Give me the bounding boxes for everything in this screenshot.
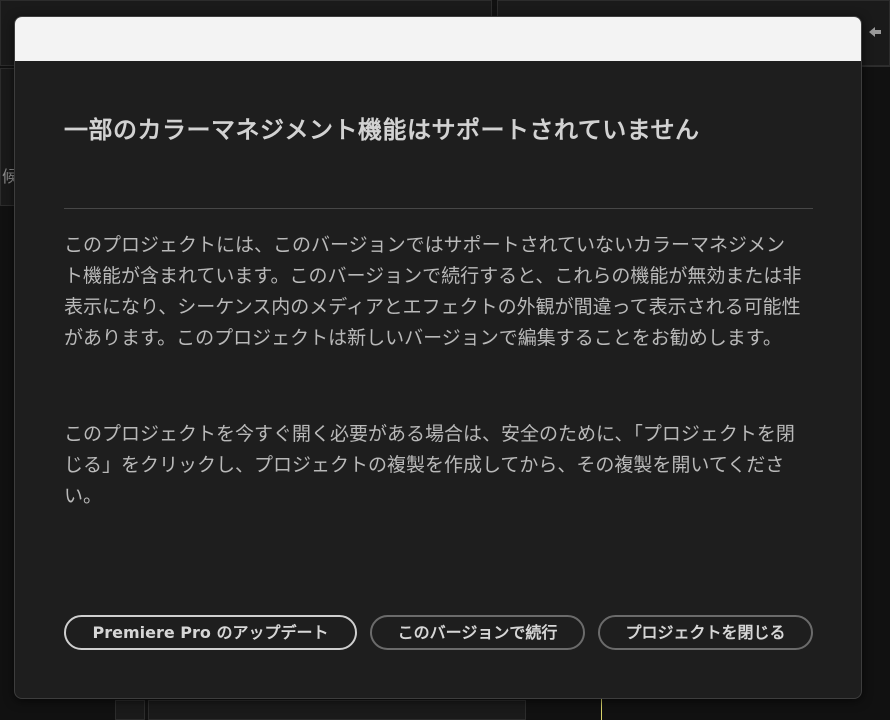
background-panel-bottom-mid [148,700,526,720]
dialog-message-paragraph: このプロジェクトには、このバージョンではサポートされていないカラーマネジメント機… [64,234,802,349]
background-panel-bottom-left [115,700,145,720]
continue-this-version-button[interactable]: このバージョンで続行 [370,615,585,650]
arrow-left-icon [868,24,882,43]
dialog-title-bar[interactable] [15,17,861,61]
update-premiere-pro-button[interactable]: Premiere Pro のアップデート [64,615,357,650]
timeline-playhead [601,698,602,720]
dialog-safety-paragraph: このプロジェクトを今すぐ開く必要がある場合は、安全のために、「プロジェクトを閉じ… [64,423,795,507]
dialog-heading: 一部のカラーマネジメント機能はサポートされていません [64,116,700,144]
color-management-warning-dialog: 一部のカラーマネジメント機能はサポートされていません このプロジェクトには、この… [14,16,862,699]
heading-divider [64,208,813,209]
background-divider [862,66,890,67]
close-project-button[interactable]: プロジェクトを閉じる [598,615,813,650]
